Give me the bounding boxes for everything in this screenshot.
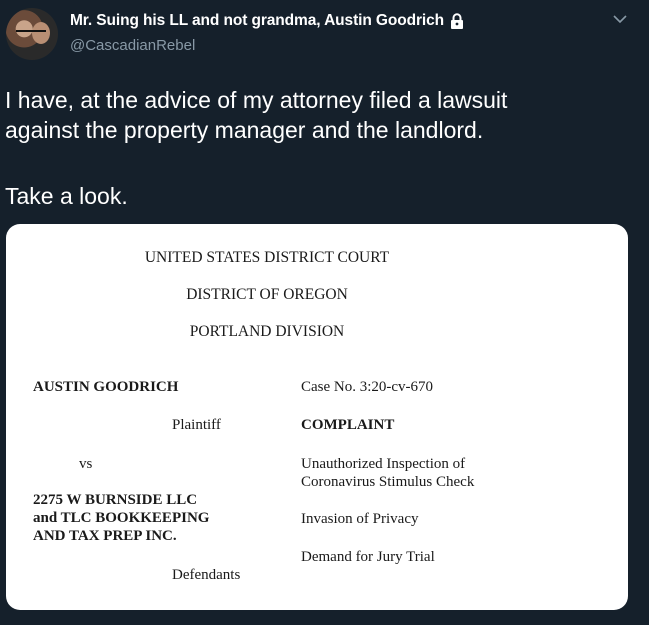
tweet-text-line: Take a look. — [5, 183, 128, 209]
tweet-text: I have, at the advice of my attorney fil… — [5, 85, 625, 211]
lock-icon — [451, 13, 463, 29]
avatar-glasses — [16, 30, 46, 38]
claim-line: Invasion of Privacy — [301, 511, 419, 527]
author-row: Mr. Suing his LL and not grandma, Austin… — [70, 12, 464, 30]
tweet-text-line: against the property manager and the lan… — [5, 117, 484, 143]
plaintiff-name: AUSTIN GOODRICH — [33, 379, 179, 395]
defendant-line: and TLC BOOKKEEPING — [33, 510, 210, 526]
display-name[interactable]: Mr. Suing his LL and not grandma, Austin… — [70, 12, 444, 30]
chevron-down-icon[interactable] — [613, 14, 627, 24]
tweet-text-line: I have, at the advice of my attorney fil… — [5, 87, 508, 113]
claim-line: Unauthorized Inspection of — [301, 456, 466, 472]
defendant-line: AND TAX PREP INC. — [33, 528, 177, 544]
claim-line: Demand for Jury Trial — [301, 549, 435, 565]
division-name: PORTLAND DIVISION — [189, 323, 345, 340]
avatar[interactable] — [6, 8, 58, 60]
plaintiff-label: Plaintiff — [172, 417, 221, 433]
complaint-title: COMPLAINT — [301, 417, 395, 433]
user-handle[interactable]: @CascadianRebel — [70, 37, 195, 54]
district-name: DISTRICT OF OREGON — [186, 286, 348, 303]
claim-line: Coronavirus Stimulus Check — [301, 474, 475, 490]
case-number: Case No. 3:20-cv-670 — [301, 379, 434, 395]
versus-label: vs — [79, 456, 93, 472]
defendants-label: Defendants — [172, 567, 241, 583]
court-name: UNITED STATES DISTRICT COURT — [144, 249, 390, 266]
defendant-line: 2275 W BURNSIDE LLC — [33, 492, 198, 508]
attached-image[interactable]: UNITED STATES DISTRICT COURT DISTRICT OF… — [6, 224, 628, 610]
